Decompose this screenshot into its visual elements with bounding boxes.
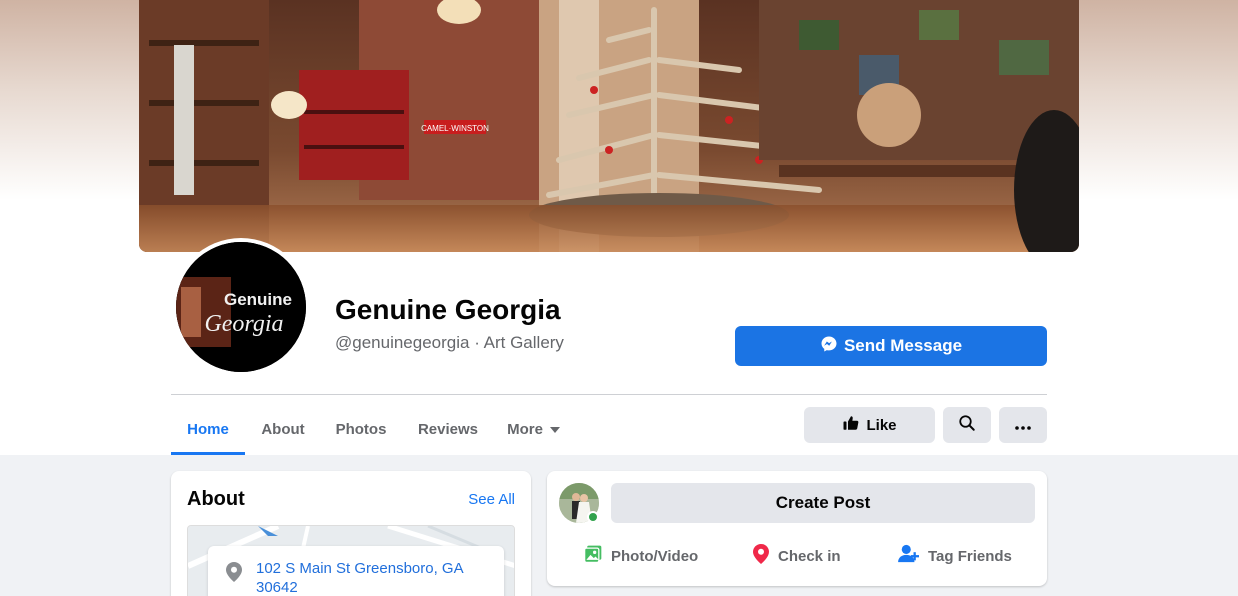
send-message-label: Send Message xyxy=(843,336,963,355)
check-in-icon xyxy=(752,543,770,569)
caret-down-icon xyxy=(549,421,561,438)
tab-reviews[interactable]: Reviews xyxy=(407,404,489,454)
tab-reviews-label: Reviews xyxy=(417,420,479,438)
tab-photos[interactable]: Photos xyxy=(325,404,397,454)
search-icon xyxy=(958,414,976,436)
address-link[interactable]: 102 S Main St Greensboro, GA 30642 xyxy=(256,559,486,596)
thumbs-up-icon xyxy=(842,414,860,436)
online-status-indicator xyxy=(587,511,599,523)
tag-friends-icon xyxy=(898,544,920,568)
tab-about-label: About xyxy=(261,420,305,438)
tab-about[interactable]: About xyxy=(249,404,317,454)
about-heading: About xyxy=(187,488,245,510)
check-in-button[interactable]: Check in xyxy=(752,543,841,569)
location-map[interactable]: 102 S Main St Greensboro, GA 30642 xyxy=(187,525,515,596)
profile-picture[interactable]: Genuine Georgia xyxy=(176,242,306,372)
check-in-label: Check in xyxy=(778,547,841,565)
search-button[interactable] xyxy=(943,407,991,443)
like-label: Like xyxy=(866,416,897,434)
cover-sign-text: CAMEL·WINSTON xyxy=(421,124,489,133)
tab-home-label: Home xyxy=(187,420,229,438)
photo-video-label: Photo/Video xyxy=(611,547,699,565)
photo-video-button[interactable]: Photo/Video xyxy=(583,543,698,569)
like-button[interactable]: Like xyxy=(804,407,935,443)
genuine-georgia-logo: Genuine Georgia xyxy=(176,242,306,372)
photo-icon xyxy=(583,544,603,568)
tag-friends-button[interactable]: Tag Friends xyxy=(898,543,1012,569)
tab-more[interactable]: More xyxy=(497,404,571,454)
about-card: About See All 102 S Main St Greensboro, … xyxy=(171,471,531,596)
logo-text-line2: Georgia xyxy=(204,311,283,337)
tab-photos-label: Photos xyxy=(335,420,387,438)
tab-home[interactable]: Home xyxy=(171,404,245,455)
location-pin-icon xyxy=(225,561,243,588)
post-composer-card: Create Post Photo/Video Check in Tag Fri… xyxy=(547,471,1047,586)
logo-text-line1: Genuine xyxy=(224,290,292,309)
see-all-link[interactable]: See All xyxy=(468,491,515,508)
cover-photo-image: CAMEL·WINSTON xyxy=(139,0,1079,252)
more-options-button[interactable] xyxy=(999,407,1047,443)
tab-more-label: More xyxy=(507,420,543,438)
tag-friends-label: Tag Friends xyxy=(928,547,1012,565)
create-post-label: Create Post xyxy=(775,493,871,512)
messenger-icon xyxy=(820,335,838,358)
address-box: 102 S Main St Greensboro, GA 30642 xyxy=(208,546,504,596)
cover-photo[interactable]: CAMEL·WINSTON xyxy=(139,0,1079,252)
page-handle-category: @genuinegeorgia · Art Gallery xyxy=(335,333,564,352)
create-post-button[interactable]: Create Post xyxy=(611,483,1035,523)
header-divider xyxy=(171,394,1047,395)
more-dots-icon xyxy=(1015,417,1031,434)
send-message-button[interactable]: Send Message xyxy=(735,326,1047,366)
page-title: Genuine Georgia xyxy=(335,294,561,325)
